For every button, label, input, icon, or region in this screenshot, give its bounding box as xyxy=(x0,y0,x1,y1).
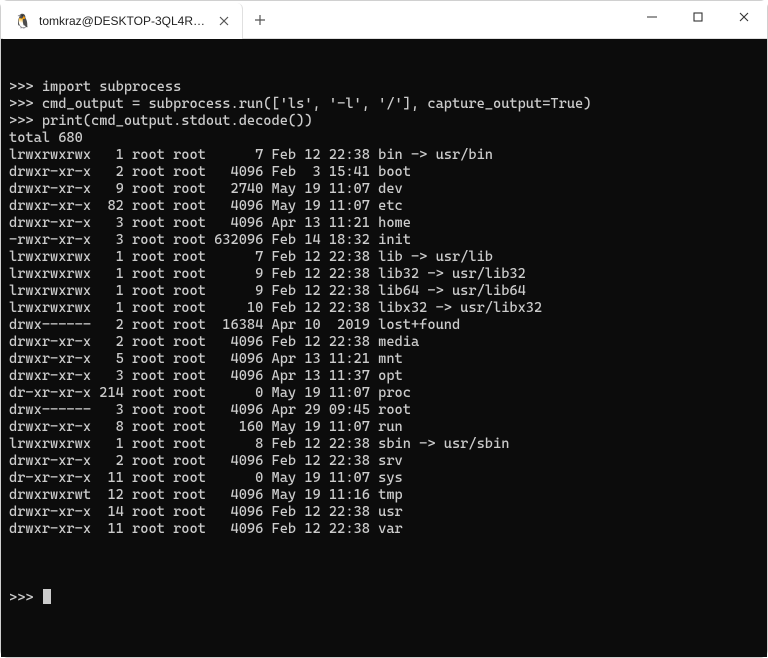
terminal-line: total 680 xyxy=(9,130,759,147)
terminal-line: dr-xr-xr-x 214 root root 0 May 19 11:07 … xyxy=(9,385,759,402)
terminal-line: >>> print(cmd_output.stdout.decode()) xyxy=(9,113,759,130)
close-window-button[interactable] xyxy=(721,1,767,33)
terminal-line: drwxr-xr-x 82 root root 4096 May 19 11:0… xyxy=(9,198,759,215)
terminal-line: lrwxrwxrwx 1 root root 9 Feb 12 22:38 li… xyxy=(9,266,759,283)
terminal-line: drwx------ 2 root root 16384 Apr 10 2019… xyxy=(9,317,759,334)
terminal-line: drwxr-xr-x 2 root root 4096 Feb 12 22:38… xyxy=(9,334,759,351)
terminal-line: drwxr-xr-x 2 root root 4096 Feb 3 15:41 … xyxy=(9,164,759,181)
terminal-line: drwxr-xr-x 11 root root 4096 Feb 12 22:3… xyxy=(9,521,759,538)
terminal-viewport[interactable]: >>> import subprocess>>> cmd_output = su… xyxy=(1,39,767,657)
terminal-prompt-row: >>> xyxy=(9,589,759,607)
terminal-line: drwxr-xr-x 9 root root 2740 May 19 11:07… xyxy=(9,181,759,198)
terminal-line: lrwxrwxrwx 1 root root 9 Feb 12 22:38 li… xyxy=(9,283,759,300)
terminal-line: >>> import subprocess xyxy=(9,79,759,96)
tab-title: tomkraz@DESKTOP-3QL4R4P: xyxy=(39,14,208,28)
terminal-line: drwxr-xr-x 3 root root 4096 Apr 13 11:37… xyxy=(9,368,759,385)
window-controls xyxy=(629,1,767,33)
terminal-line: -rwxr-xr-x 3 root root 632096 Feb 14 18:… xyxy=(9,232,759,249)
terminal-line: lrwxrwxrwx 1 root root 8 Feb 12 22:38 sb… xyxy=(9,436,759,453)
terminal-prompt: >>> xyxy=(9,590,42,606)
terminal-line: drwxr-xr-x 14 root root 4096 Feb 12 22:3… xyxy=(9,504,759,521)
terminal-line: dr-xr-xr-x 11 root root 0 May 19 11:07 s… xyxy=(9,470,759,487)
titlebar: 🐧 tomkraz@DESKTOP-3QL4R4P: xyxy=(1,1,767,39)
terminal-line: drwxr-xr-x 2 root root 4096 Feb 12 22:38… xyxy=(9,453,759,470)
terminal-line: drwxrwxrwt 12 root root 4096 May 19 11:1… xyxy=(9,487,759,504)
terminal-line: lrwxrwxrwx 1 root root 7 Feb 12 22:38 li… xyxy=(9,249,759,266)
tab-active[interactable]: 🐧 tomkraz@DESKTOP-3QL4R4P: xyxy=(3,3,243,39)
terminal-line: drwxr-xr-x 3 root root 4096 Apr 13 11:21… xyxy=(9,215,759,232)
new-tab-button[interactable] xyxy=(243,3,277,37)
terminal-output: >>> import subprocess>>> cmd_output = su… xyxy=(9,79,759,555)
terminal-line: lrwxrwxrwx 1 root root 7 Feb 12 22:38 bi… xyxy=(9,147,759,164)
maximize-button[interactable] xyxy=(675,1,721,33)
terminal-line: >>> cmd_output = subprocess.run(['ls', '… xyxy=(9,96,759,113)
terminal-line xyxy=(9,538,759,555)
terminal-cursor xyxy=(43,589,51,604)
terminal-line: drwx------ 3 root root 4096 Apr 29 09:45… xyxy=(9,402,759,419)
minimize-button[interactable] xyxy=(629,1,675,33)
terminal-line: lrwxrwxrwx 1 root root 10 Feb 12 22:38 l… xyxy=(9,300,759,317)
terminal-line: drwxr-xr-x 8 root root 160 May 19 11:07 … xyxy=(9,419,759,436)
close-tab-button[interactable] xyxy=(216,13,232,29)
penguin-icon: 🐧 xyxy=(15,13,31,29)
terminal-line: drwxr-xr-x 5 root root 4096 Apr 13 11:21… xyxy=(9,351,759,368)
